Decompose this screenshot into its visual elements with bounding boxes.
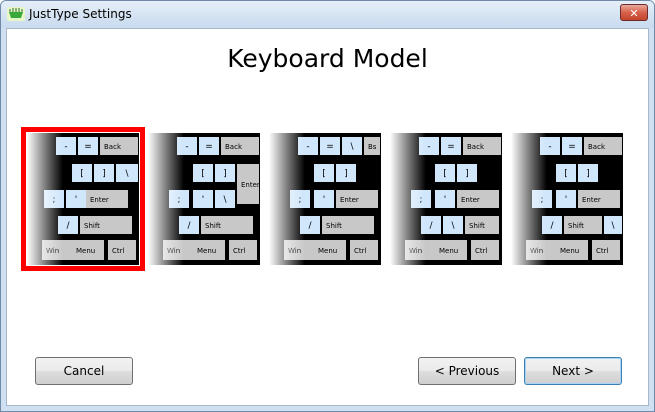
keyboard-model-5[interactable]: -=Back[];'Enter/Shift\WinMenuCtrl xyxy=(511,133,623,265)
close-button[interactable]: ✕ xyxy=(620,4,648,21)
wizard-page: Keyboard Model -=Back[]\;'Enter/ShiftWin… xyxy=(6,28,649,406)
keyboard-model-1[interactable]: -=Back[]\;'Enter/ShiftWinMenuCtrl xyxy=(21,127,145,271)
window-title: JustType Settings xyxy=(29,7,132,21)
keyboard-diagram: -=Back[];'Enter/Shift\WinMenuCtrl xyxy=(511,133,623,265)
keyboard-fade-overlay xyxy=(27,133,139,265)
previous-button[interactable]: < Previous xyxy=(418,357,516,385)
title-bar: JustType Settings ✕ xyxy=(1,1,654,28)
keyboard-fade-overlay xyxy=(269,133,381,265)
keyboard-diagram: -=Back[];'Enter/\ShiftWinMenuCtrl xyxy=(390,133,502,265)
keyboard-model-2[interactable]: -=Back[]Enter;'\/ShiftWinMenuCtrl xyxy=(148,133,260,265)
settings-window: JustType Settings ✕ Keyboard Model -=Bac… xyxy=(0,0,655,412)
keyboard-diagram: -=Back[]Enter;'\/ShiftWinMenuCtrl xyxy=(148,133,260,265)
keyboard-fade-overlay xyxy=(390,133,502,265)
keyboard-diagram: -=Back[]\;'Enter/ShiftWinMenuCtrl xyxy=(27,133,139,265)
keyboard-fade-overlay xyxy=(511,133,623,265)
app-icon xyxy=(7,7,25,21)
keyboard-fade-overlay xyxy=(148,133,260,265)
page-title: Keyboard Model xyxy=(227,44,428,73)
keyboard-model-4[interactable]: -=Back[];'Enter/\ShiftWinMenuCtrl xyxy=(390,133,502,265)
keyboard-model-3[interactable]: -=\Bs[];'Enter/ShiftWinMenuCtrl xyxy=(269,133,381,265)
keyboard-diagram: -=\Bs[];'Enter/ShiftWinMenuCtrl xyxy=(269,133,381,265)
next-button[interactable]: Next > xyxy=(524,357,622,385)
cancel-button[interactable]: Cancel xyxy=(35,357,133,385)
